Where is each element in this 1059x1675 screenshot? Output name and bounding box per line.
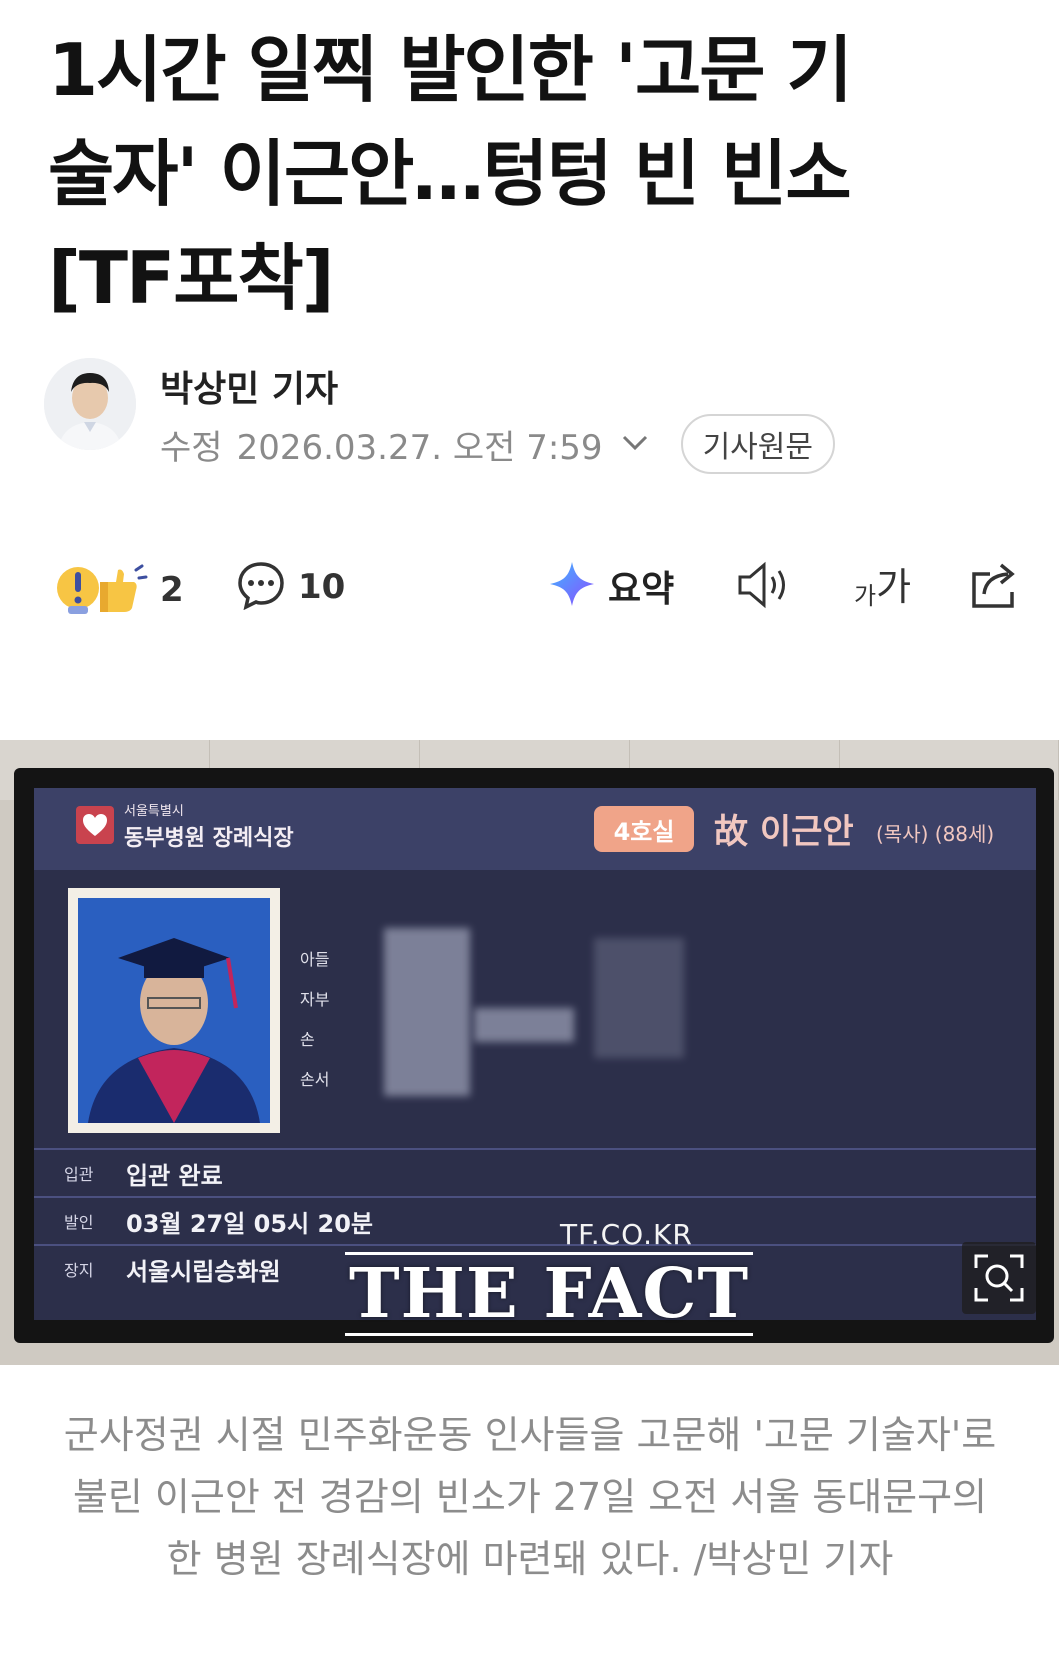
zoom-icon [974,1254,1024,1302]
reaction-icon [56,560,148,620]
relation-grandson-in-law: 손서 [300,1070,330,1089]
date-label: 수정 [160,427,223,468]
article-toolbar: 2 10 요약 가 가 [56,560,1026,620]
comment-button[interactable]: 10 [236,560,345,614]
watermark-url: TF.CO.KR [560,1218,693,1251]
title-line-2: 술자' 이근안…텅텅 빈 빈소 [48,132,852,216]
relation-son: 아들 [300,950,330,969]
font-size-button[interactable]: 가 가 [854,556,911,611]
photo-caption: 군사정권 시절 민주화운동 인사들을 고문해 '고문 기술자'로 불린 이근안 … [63,1413,997,1581]
reaction-count: 2 [160,570,184,610]
blurred-names-extra [474,1008,574,1042]
info-value: 서울시립승화원 [126,1257,281,1286]
ai-summary-icon [548,560,596,612]
article-title: 1시간 일찍 발인한 '고문 기 술자' 이근안…텅텅 빈 빈소 [TF포착] [48,18,1008,330]
reporter-avatar[interactable] [44,358,136,450]
zoom-button[interactable] [962,1242,1036,1314]
share-button[interactable] [968,560,1020,614]
share-icon [968,560,1020,614]
info-key: 장지 [64,1261,94,1280]
memorial-portrait [68,888,280,1133]
ai-summary-button[interactable]: 요약 [548,560,674,612]
blurred-photo-reflection [594,938,684,1058]
reporter-name[interactable]: 박상민 기자 [160,360,338,412]
avatar-image [44,358,136,450]
info-row-departure: 발인 03월 27일 05시 20분 [34,1196,1036,1244]
article-photo[interactable]: 서울특별시 동부병원 장례식장 4호실 故 이근안 (목사) (88세) 아들 … [0,740,1059,1365]
info-key: 입관 [64,1165,94,1184]
deceased-name: 故 이근안 [714,812,854,852]
info-value: 입관 완료 [126,1161,223,1190]
hospital-logo-icon [76,806,114,844]
tv-screen: 서울특별시 동부병원 장례식장 4호실 故 이근안 (목사) (88세) 아들 … [34,788,1036,1320]
room-badge: 4호실 [594,806,694,852]
portrait-image [78,898,270,1123]
byline: 박상민 기자 수정 2026.03.27. 오전 7:59 기사원문 [44,358,1014,478]
relation-daughter-in-law: 자부 [300,990,330,1009]
date-row: 수정 2026.03.27. 오전 7:59 기사원문 [160,414,835,474]
relation-labels: 아들 자부 손 손서 [300,940,329,1100]
font-small-label: 가 [854,582,877,610]
blurred-names [384,928,470,1096]
comment-icon [236,560,286,614]
published-date: 2026.03.27. 오전 7:59 [236,427,603,468]
info-key: 발인 [64,1213,94,1232]
reaction-button[interactable]: 2 [56,560,184,620]
hospital-name: 동부병원 장례식장 [124,826,294,851]
original-article-button[interactable]: 기사원문 [680,414,835,474]
watermark-logo: THE FACT [345,1252,754,1336]
title-line-3: [TF포착] [48,236,335,320]
title-line-1: 1시간 일찍 발인한 '고문 기 [48,28,853,112]
font-size-icon: 가 가 [854,556,911,611]
hospital-region: 서울특별시 [124,804,184,819]
relation-grandchild: 손 [300,1030,315,1049]
font-large-label: 가 [876,565,912,609]
speaker-icon [736,560,796,614]
info-value: 03월 27일 05시 20분 [126,1209,373,1238]
comment-count: 10 [298,567,346,607]
chevron-down-icon[interactable] [621,429,649,459]
summary-label: 요약 [608,569,675,610]
info-row-encoffin: 입관 입관 완료 [34,1148,1036,1196]
tts-button[interactable] [736,560,796,614]
deceased-detail: (목사) (88세) [876,822,995,846]
